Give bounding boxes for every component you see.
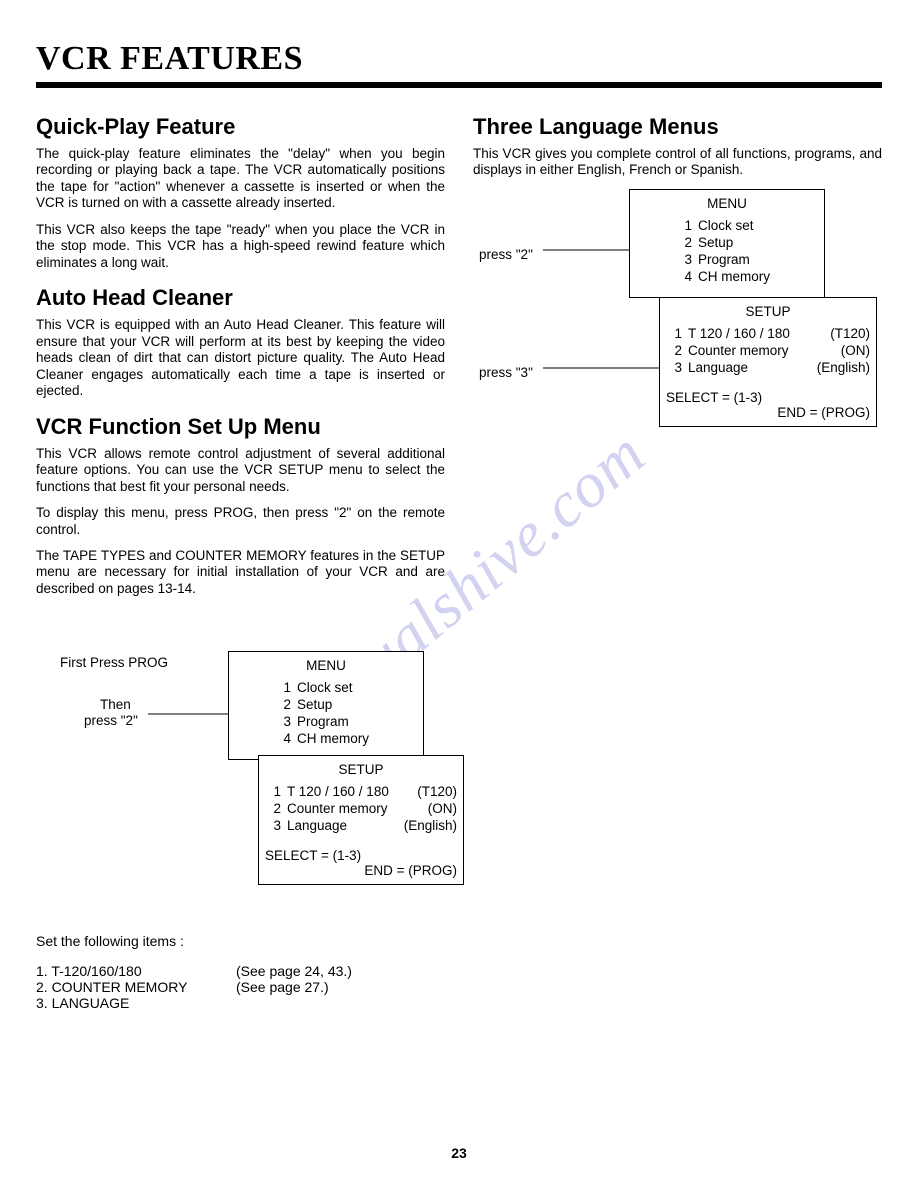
label-press-3-right: press "3"	[479, 365, 533, 380]
setup-item: 1T 120 / 160 / 180(T120)	[666, 325, 870, 342]
setup-box-right: SETUP 1T 120 / 160 / 180(T120) 2Counter …	[659, 297, 877, 427]
label-press-2-right: press "2"	[479, 247, 533, 262]
right-column: Three Language Menus This VCR gives you …	[473, 100, 882, 1011]
set-item-row: 3. LANGUAGE	[36, 995, 445, 1011]
page-number: 23	[0, 1145, 918, 1161]
set-items-intro: Set the following items :	[36, 933, 445, 949]
setup-item: 3Language(English)	[265, 817, 457, 834]
menu-title: MENU	[235, 658, 417, 673]
menu-item: 2Setup	[275, 696, 417, 713]
para-setup-1: This VCR allows remote control adjustmen…	[36, 446, 445, 495]
heading-quick-play: Quick-Play Feature	[36, 114, 445, 140]
heading-setup-menu: VCR Function Set Up Menu	[36, 414, 445, 440]
menu-title: MENU	[636, 196, 818, 211]
menu-box-right: MENU 1Clock set 2Setup 3Program 4CH memo…	[629, 189, 825, 298]
para-three-language: This VCR gives you complete control of a…	[473, 146, 882, 179]
setup-title: SETUP	[666, 304, 870, 319]
menu-item: 4CH memory	[676, 268, 818, 285]
setup-select: SELECT = (1-3)	[265, 848, 457, 863]
para-setup-3: The TAPE TYPES and COUNTER MEMORY featur…	[36, 548, 445, 597]
set-item-row: 2. COUNTER MEMORY(See page 27.)	[36, 979, 445, 995]
menu-item: 1Clock set	[275, 679, 417, 696]
setup-title: SETUP	[265, 762, 457, 777]
left-column: Quick-Play Feature The quick-play featur…	[36, 100, 445, 1011]
heading-auto-head-cleaner: Auto Head Cleaner	[36, 285, 445, 311]
set-item-row: 1. T-120/160/180(See page 24, 43.)	[36, 963, 445, 979]
menu-item: 3Program	[676, 251, 818, 268]
right-diagram: press "2" press "3" MENU 1Clock set 2Set…	[473, 189, 882, 449]
setup-end: END = (PROG)	[265, 863, 457, 878]
menu-item: 1Clock set	[676, 217, 818, 234]
heading-three-language: Three Language Menus	[473, 114, 882, 140]
label-first-press-prog: First Press PROG	[60, 655, 168, 670]
page-title: VCR FEATURES	[36, 40, 882, 78]
setup-item: 1T 120 / 160 / 180(T120)	[265, 783, 457, 800]
title-rule	[36, 82, 882, 88]
para-auto-head-cleaner: This VCR is equipped with an Auto Head C…	[36, 317, 445, 399]
menu-box-left: MENU 1Clock set 2Setup 3Program 4CH memo…	[228, 651, 424, 760]
setup-end: END = (PROG)	[666, 405, 870, 420]
para-quick-play-2: This VCR also keeps the tape "ready" whe…	[36, 222, 445, 271]
left-diagram: First Press PROG Then press "2" MENU 1Cl…	[36, 647, 445, 907]
para-quick-play-1: The quick-play feature eliminates the "d…	[36, 146, 445, 212]
label-press-2: press "2"	[84, 713, 138, 728]
menu-item: 3Program	[275, 713, 417, 730]
setup-item: 2Counter memory(ON)	[666, 342, 870, 359]
setup-select: SELECT = (1-3)	[666, 390, 870, 405]
setup-item: 2Counter memory(ON)	[265, 800, 457, 817]
menu-item: 4CH memory	[275, 730, 417, 747]
para-setup-2: To display this menu, press PROG, then p…	[36, 505, 445, 538]
label-then: Then	[100, 697, 131, 712]
setup-box-left: SETUP 1T 120 / 160 / 180(T120) 2Counter …	[258, 755, 464, 885]
menu-item: 2Setup	[676, 234, 818, 251]
setup-item: 3Language(English)	[666, 359, 870, 376]
